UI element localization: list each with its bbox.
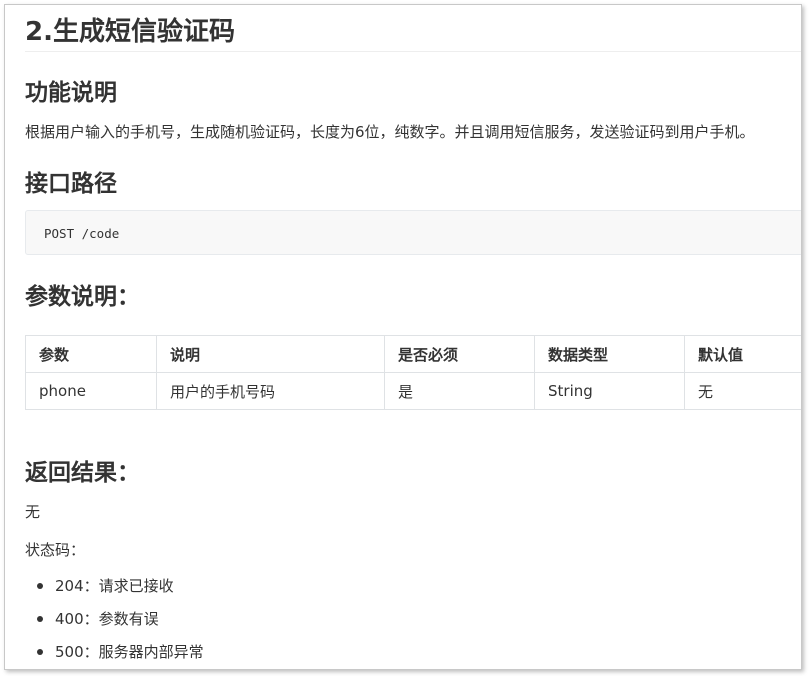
status-code-text: 400：参数有误 — [55, 610, 159, 628]
table-row: phone 用户的手机号码 是 String 无 — [25, 372, 801, 410]
result-value: 无 — [25, 503, 41, 521]
list-item: 400：参数有误 — [25, 608, 204, 641]
table-cell: 用户的手机号码 — [156, 372, 385, 410]
bullet-icon — [37, 649, 43, 655]
status-code-label: 状态码： — [25, 541, 86, 559]
table-cell: 是 — [384, 372, 535, 410]
table-header-cell: 是否必须 — [384, 335, 535, 373]
code-block: POST /code — [25, 210, 801, 255]
bullet-icon — [37, 616, 43, 622]
document-frame: 2.生成短信验证码 功能说明 根据用户输入的手机号，生成随机验证码，长度为6位，… — [4, 4, 802, 670]
params-heading: 参数说明： — [25, 284, 140, 310]
table-header-cell: 参数 — [25, 335, 157, 373]
table-header-row: 参数 说明 是否必须 数据类型 默认值 — [25, 335, 801, 373]
section-title: 2.生成短信验证码 — [25, 17, 235, 47]
function-desc-text: 根据用户输入的手机号，生成随机验证码，长度为6位，纯数字。并且调用短信服务，发送… — [25, 123, 755, 141]
api-path-code: POST /code — [44, 226, 120, 241]
function-desc-heading: 功能说明 — [25, 80, 117, 106]
table-cell: phone — [25, 372, 157, 410]
list-item: 500：服务器内部异常 — [25, 641, 204, 669]
status-code-list: 204：请求已接收 400：参数有误 500：服务器内部异常 — [25, 575, 204, 669]
table-cell: String — [534, 372, 685, 410]
list-item: 204：请求已接收 — [25, 575, 204, 608]
table-header-cell: 默认值 — [684, 335, 801, 373]
bullet-icon — [37, 583, 43, 589]
table-cell: 无 — [684, 372, 801, 410]
table-header-cell: 数据类型 — [534, 335, 685, 373]
title-divider — [25, 51, 801, 52]
status-code-text: 500：服务器内部异常 — [55, 643, 204, 661]
params-table: 参数 说明 是否必须 数据类型 默认值 phone 用户的手机号码 是 Stri… — [25, 335, 801, 410]
table-header-cell: 说明 — [156, 335, 385, 373]
api-path-heading: 接口路径 — [25, 171, 117, 197]
status-code-text: 204：请求已接收 — [55, 577, 174, 595]
result-heading: 返回结果： — [25, 460, 140, 486]
